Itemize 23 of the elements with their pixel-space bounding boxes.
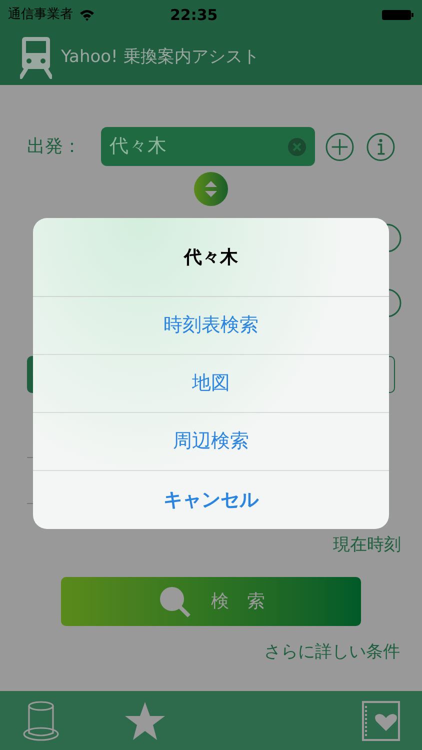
more-conditions-link[interactable]: さらに詳しい条件	[264, 640, 400, 666]
sheet-action[interactable]: 時刻表検索	[164, 311, 258, 340]
wifi-icon	[79, 9, 95, 21]
carrier-name: 通信事業者	[8, 6, 73, 24]
search-button[interactable]: 検 索	[61, 577, 361, 626]
clear-icon[interactable]	[288, 138, 306, 156]
sheet-action[interactable]: 周辺検索	[173, 427, 249, 456]
star-icon[interactable]	[124, 700, 166, 740]
train-icon	[20, 36, 52, 78]
notebook-icon[interactable]	[362, 700, 400, 740]
app-title: Yahoo! 乗換案内アシスト	[61, 46, 260, 69]
hat-icon[interactable]	[22, 700, 60, 742]
departure-label: 出発：	[27, 135, 82, 159]
battery-icon	[382, 9, 414, 21]
sheet-action[interactable]: 地図	[192, 369, 230, 398]
swap-button[interactable]	[193, 171, 229, 207]
status-time: 22:35	[170, 4, 218, 26]
add-icon[interactable]	[325, 132, 355, 162]
sheet-title: 代々木	[184, 246, 238, 270]
current-time-label[interactable]: 現在時刻	[333, 533, 401, 558]
departure-field[interactable]: 代々木	[100, 127, 316, 166]
info-icon[interactable]	[366, 132, 396, 162]
sheet-action[interactable]: キャンセル	[164, 486, 258, 514]
